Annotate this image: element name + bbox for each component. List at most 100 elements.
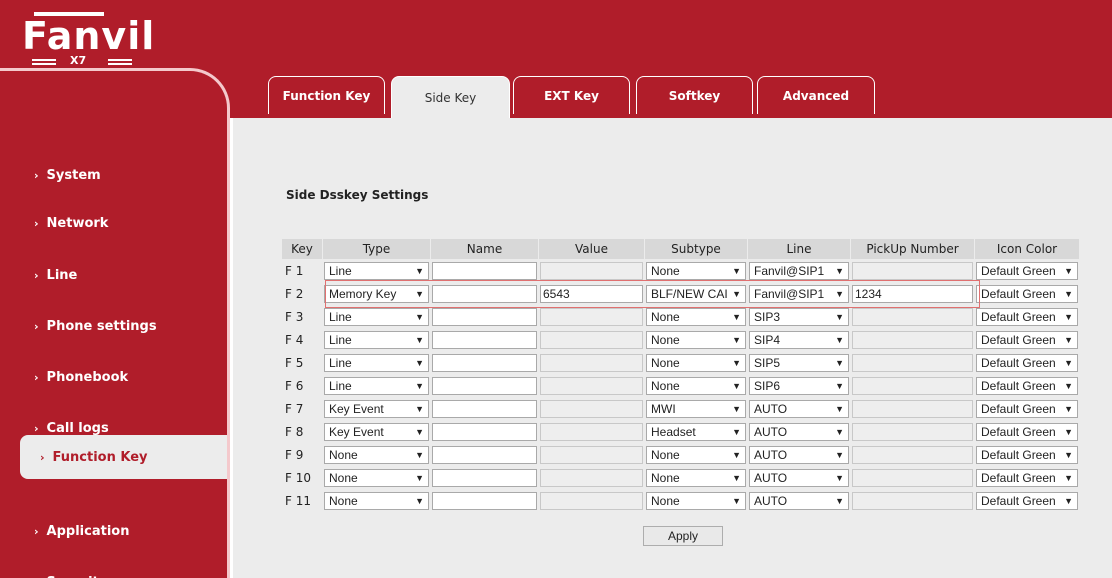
- sidebar-item-phonebook[interactable]: › Phonebook: [0, 355, 227, 399]
- type-select[interactable]: Line ▼: [324, 331, 429, 349]
- sidebar-item-phone-settings[interactable]: › Phone settings: [0, 304, 227, 348]
- line-select[interactable]: Fanvil@SIP1 ▼: [749, 262, 849, 280]
- pickup-number-input[interactable]: [852, 469, 973, 487]
- table-row: F 8 Key Event ▼ Headset ▼ AUTO ▼ Default Green ▼: [282, 421, 1079, 443]
- sidebar-item-label: Application: [46, 523, 130, 539]
- subtype-select[interactable]: None ▼: [646, 492, 746, 510]
- apply-button[interactable]: Apply: [643, 526, 723, 546]
- name-input[interactable]: [432, 262, 537, 280]
- tab-side-key[interactable]: Side Key: [391, 76, 510, 118]
- pickup-number-input[interactable]: [852, 354, 973, 372]
- icon-color-select[interactable]: Default Green ▼: [976, 400, 1078, 418]
- sidebar-item-network[interactable]: › Network: [0, 201, 227, 245]
- line-select[interactable]: SIP6 ▼: [749, 377, 849, 395]
- sidebar-item-line[interactable]: › Line: [0, 253, 227, 297]
- type-select[interactable]: None ▼: [324, 446, 429, 464]
- name-input[interactable]: [432, 377, 537, 395]
- pickup-number-input[interactable]: [852, 331, 973, 349]
- value-input[interactable]: [540, 377, 643, 395]
- value-input[interactable]: [540, 423, 643, 441]
- dropdown-arrow-icon: ▼: [732, 404, 741, 414]
- sidebar-item-system[interactable]: › System: [0, 153, 227, 197]
- value-input[interactable]: [540, 354, 643, 372]
- value-input[interactable]: [540, 331, 643, 349]
- subtype-select[interactable]: MWI ▼: [646, 400, 746, 418]
- icon-color-select[interactable]: Default Green ▼: [976, 377, 1078, 395]
- name-input[interactable]: [432, 285, 537, 303]
- value-input[interactable]: [540, 400, 643, 418]
- type-select[interactable]: None ▼: [324, 492, 429, 510]
- type-select[interactable]: Line ▼: [324, 354, 429, 372]
- pickup-number-input[interactable]: [852, 423, 973, 441]
- tab-ext-key[interactable]: EXT Key: [513, 76, 630, 114]
- name-input[interactable]: [432, 400, 537, 418]
- pickup-number-input[interactable]: [852, 377, 973, 395]
- subtype-select[interactable]: None ▼: [646, 446, 746, 464]
- line-select[interactable]: SIP4 ▼: [749, 331, 849, 349]
- sidebar-item-security[interactable]: ›Security: [0, 560, 227, 578]
- tab-softkey[interactable]: Softkey: [636, 76, 753, 114]
- icon-color-select[interactable]: Default Green ▼: [976, 492, 1078, 510]
- line-select[interactable]: SIP3 ▼: [749, 308, 849, 326]
- pickup-number-input[interactable]: [852, 400, 973, 418]
- icon-color-select[interactable]: Default Green ▼: [976, 469, 1078, 487]
- subtype-select[interactable]: None ▼: [646, 331, 746, 349]
- pickup-number-input[interactable]: [852, 492, 973, 510]
- pickup-number-input[interactable]: [852, 446, 973, 464]
- icon-color-select[interactable]: Default Green ▼: [976, 446, 1078, 464]
- icon-color-select[interactable]: Default Green ▼: [976, 354, 1078, 372]
- subtype-select[interactable]: None ▼: [646, 377, 746, 395]
- icon-color-select[interactable]: Default Green ▼: [976, 331, 1078, 349]
- icon-color-select[interactable]: Default Green ▼: [976, 308, 1078, 326]
- subtype-select[interactable]: BLF/NEW CAI ▼: [646, 285, 746, 303]
- logo-model-row: X7: [32, 54, 142, 68]
- name-input[interactable]: [432, 492, 537, 510]
- value-input[interactable]: [540, 262, 643, 280]
- line-select[interactable]: AUTO ▼: [749, 423, 849, 441]
- name-input[interactable]: [432, 423, 537, 441]
- subtype-select[interactable]: None ▼: [646, 469, 746, 487]
- line-select[interactable]: AUTO ▼: [749, 446, 849, 464]
- line-select[interactable]: Fanvil@SIP1 ▼: [749, 285, 849, 303]
- dropdown-arrow-icon: ▼: [835, 450, 844, 460]
- name-input[interactable]: [432, 308, 537, 326]
- subtype-select[interactable]: None ▼: [646, 354, 746, 372]
- tab-function-key[interactable]: Function Key: [268, 76, 385, 114]
- name-input[interactable]: [432, 331, 537, 349]
- sidebar-item-function-key[interactable]: › Function Key: [20, 435, 227, 479]
- value-input[interactable]: [540, 469, 643, 487]
- icon-color-select[interactable]: Default Green ▼: [976, 423, 1078, 441]
- type-select-value: Line: [329, 264, 352, 278]
- icon-color-select-value: Default Green: [981, 471, 1056, 485]
- type-select[interactable]: Line ▼: [324, 377, 429, 395]
- icon-color-select[interactable]: Default Green ▼: [976, 262, 1078, 280]
- type-select[interactable]: None ▼: [324, 469, 429, 487]
- pickup-number-input[interactable]: [852, 262, 973, 280]
- subtype-select[interactable]: Headset ▼: [646, 423, 746, 441]
- subtype-select[interactable]: None ▼: [646, 262, 746, 280]
- type-select[interactable]: Memory Key ▼: [324, 285, 429, 303]
- type-select[interactable]: Key Event ▼: [324, 400, 429, 418]
- type-select[interactable]: Key Event ▼: [324, 423, 429, 441]
- tab-advanced[interactable]: Advanced: [757, 76, 875, 114]
- type-select[interactable]: Line ▼: [324, 308, 429, 326]
- type-select[interactable]: Line ▼: [324, 262, 429, 280]
- value-input[interactable]: 6543: [540, 285, 643, 303]
- key-label: F 6: [285, 379, 304, 393]
- pickup-number-input[interactable]: [852, 308, 973, 326]
- subtype-select[interactable]: None ▼: [646, 308, 746, 326]
- sidebar-item-application[interactable]: › Application: [0, 509, 227, 553]
- icon-color-select[interactable]: Default Green ▼: [976, 285, 1078, 303]
- name-input[interactable]: [432, 354, 537, 372]
- value-input[interactable]: [540, 308, 643, 326]
- chevron-right-icon: ›: [34, 216, 39, 230]
- pickup-number-input[interactable]: 1234: [852, 285, 973, 303]
- name-input[interactable]: [432, 446, 537, 464]
- line-select[interactable]: AUTO ▼: [749, 400, 849, 418]
- value-input[interactable]: [540, 492, 643, 510]
- line-select[interactable]: AUTO ▼: [749, 492, 849, 510]
- line-select[interactable]: SIP5 ▼: [749, 354, 849, 372]
- value-input[interactable]: [540, 446, 643, 464]
- line-select[interactable]: AUTO ▼: [749, 469, 849, 487]
- name-input[interactable]: [432, 469, 537, 487]
